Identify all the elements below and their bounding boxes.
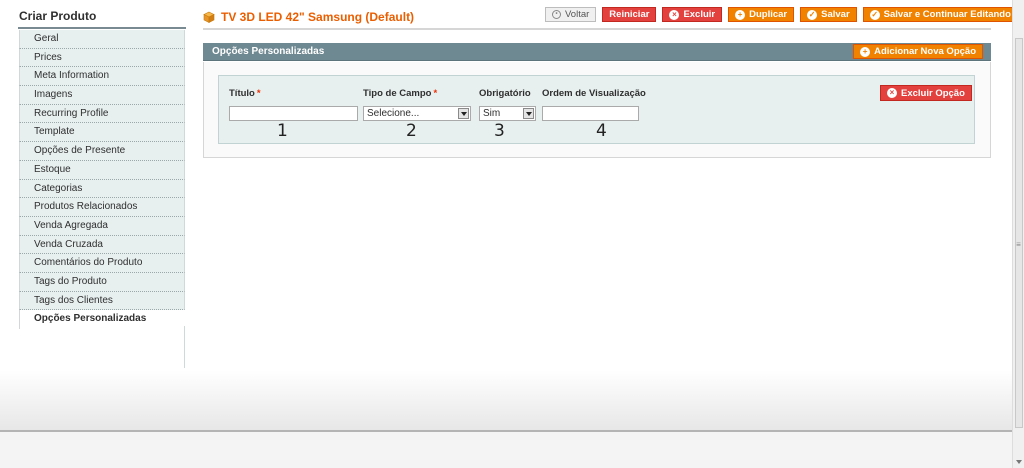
required-select[interactable]: Sim [479,106,536,121]
annotation-number: 2 [406,121,417,141]
sidebar-item-opcoes-de-presente[interactable]: Opções de Presente [19,142,185,161]
annotation-number: 1 [277,121,288,141]
sidebar-nav: Geral Prices Meta Information Imagens Re… [19,30,185,329]
sidebar-item-categorias[interactable]: Categorias [19,179,185,199]
save-button[interactable]: ✓ Salvar [800,7,857,22]
back-button-label: Voltar [565,9,590,20]
sidebar-title: Criar Produto [19,9,97,23]
check-icon: ✓ [869,9,880,20]
sidebar-item-geral[interactable]: Geral [19,30,185,49]
sidebar-item-tags-dos-clientes[interactable]: Tags dos Clientes [19,291,185,311]
footer-band [0,370,1012,430]
cube-icon [203,11,215,23]
sidebar-item-imagens[interactable]: Imagens [19,86,185,105]
sidebar-item-recurring-profile[interactable]: Recurring Profile [19,104,185,124]
save-button-label: Salvar [821,9,850,20]
title-label: Título * [229,88,261,99]
delete-icon: × [887,88,897,98]
annotation-number: 4 [596,121,607,141]
add-icon: + [860,46,871,57]
sidebar-item-venda-cruzada[interactable]: Venda Cruzada [19,235,185,255]
scrollbar-grip-icon: ≡ [1016,240,1021,249]
product-name: TV 3D LED 42" Samsung (Default) [221,10,415,24]
required-marker: * [256,88,261,99]
delete-option-button-label: Excluir Opção [901,87,965,99]
required-label-text: Obrigatório [479,88,531,99]
check-icon: ✓ [807,9,818,20]
field-type-select[interactable]: Selecione... [363,106,471,121]
delete-button-label: Excluir [683,9,716,20]
delete-option-button[interactable]: × Excluir Opção [880,85,972,101]
delete-icon: × [669,9,680,20]
section-title: Opções Personalizadas [212,46,325,57]
toolbar: • Voltar Reiniciar × Excluir + Duplicar … [545,7,1018,22]
sidebar-item-tags-do-produto[interactable]: Tags do Produto [19,272,185,292]
required-label: Obrigatório [479,88,531,99]
add-option-button-label: Adicionar Nova Opção [874,46,976,57]
sidebar-border [184,326,185,368]
sidebar: Criar Produto Geral Prices Meta Informat… [0,0,186,368]
chevron-down-icon [458,108,469,119]
sort-order-input[interactable] [542,106,639,121]
duplicate-button-label: Duplicar [749,9,788,20]
duplicate-button[interactable]: + Duplicar [728,7,795,22]
sort-order-label-text: Ordem de Visualização [542,88,646,99]
page-title: TV 3D LED 42" Samsung (Default) [203,10,414,24]
sidebar-title-divider [18,27,186,29]
sidebar-item-venda-agregada[interactable]: Venda Agregada [19,216,185,236]
chevron-down-icon [523,108,534,119]
vertical-scrollbar[interactable]: ≡ [1012,0,1024,468]
type-label-text: Tipo de Campo [363,88,432,99]
scrollbar-thumb[interactable] [1015,38,1023,428]
option-title-input[interactable] [229,106,358,121]
save-continue-button-label: Salvar e Continuar Editando [883,9,1011,20]
add-option-button[interactable]: + Adicionar Nova Opção [853,44,983,59]
type-label: Tipo de Campo * [363,88,437,99]
back-button[interactable]: • Voltar [545,7,597,22]
sidebar-item-meta-information[interactable]: Meta Information [19,67,185,87]
back-icon: • [552,10,561,19]
annotation-number: 3 [494,121,505,141]
delete-button[interactable]: × Excluir [662,7,723,22]
footer-strip [0,432,1012,468]
sidebar-item-estoque[interactable]: Estoque [19,160,185,180]
sidebar-item-template[interactable]: Template [19,123,185,143]
title-label-text: Título [229,88,255,99]
field-type-select-value: Selecione... [367,108,420,119]
header-divider [203,28,991,30]
sort-order-label: Ordem de Visualização [542,88,646,99]
scroll-down-arrow-icon[interactable] [1016,460,1022,464]
save-continue-button[interactable]: ✓ Salvar e Continuar Editando [862,7,1018,22]
required-marker: * [433,88,438,99]
add-icon: + [735,9,746,20]
sidebar-item-prices[interactable]: Prices [19,48,185,68]
reset-button-label: Reiniciar [609,9,650,20]
required-select-value: Sim [483,108,501,119]
section-header: Opções Personalizadas + Adicionar Nova O… [203,43,991,61]
reset-button[interactable]: Reiniciar [602,7,657,22]
sidebar-item-opcoes-personalizadas[interactable]: Opções Personalizadas [19,310,185,329]
sidebar-item-produtos-relacionados[interactable]: Produtos Relacionados [19,198,185,217]
sidebar-item-comentarios-do-produto[interactable]: Comentários do Produto [19,254,185,273]
